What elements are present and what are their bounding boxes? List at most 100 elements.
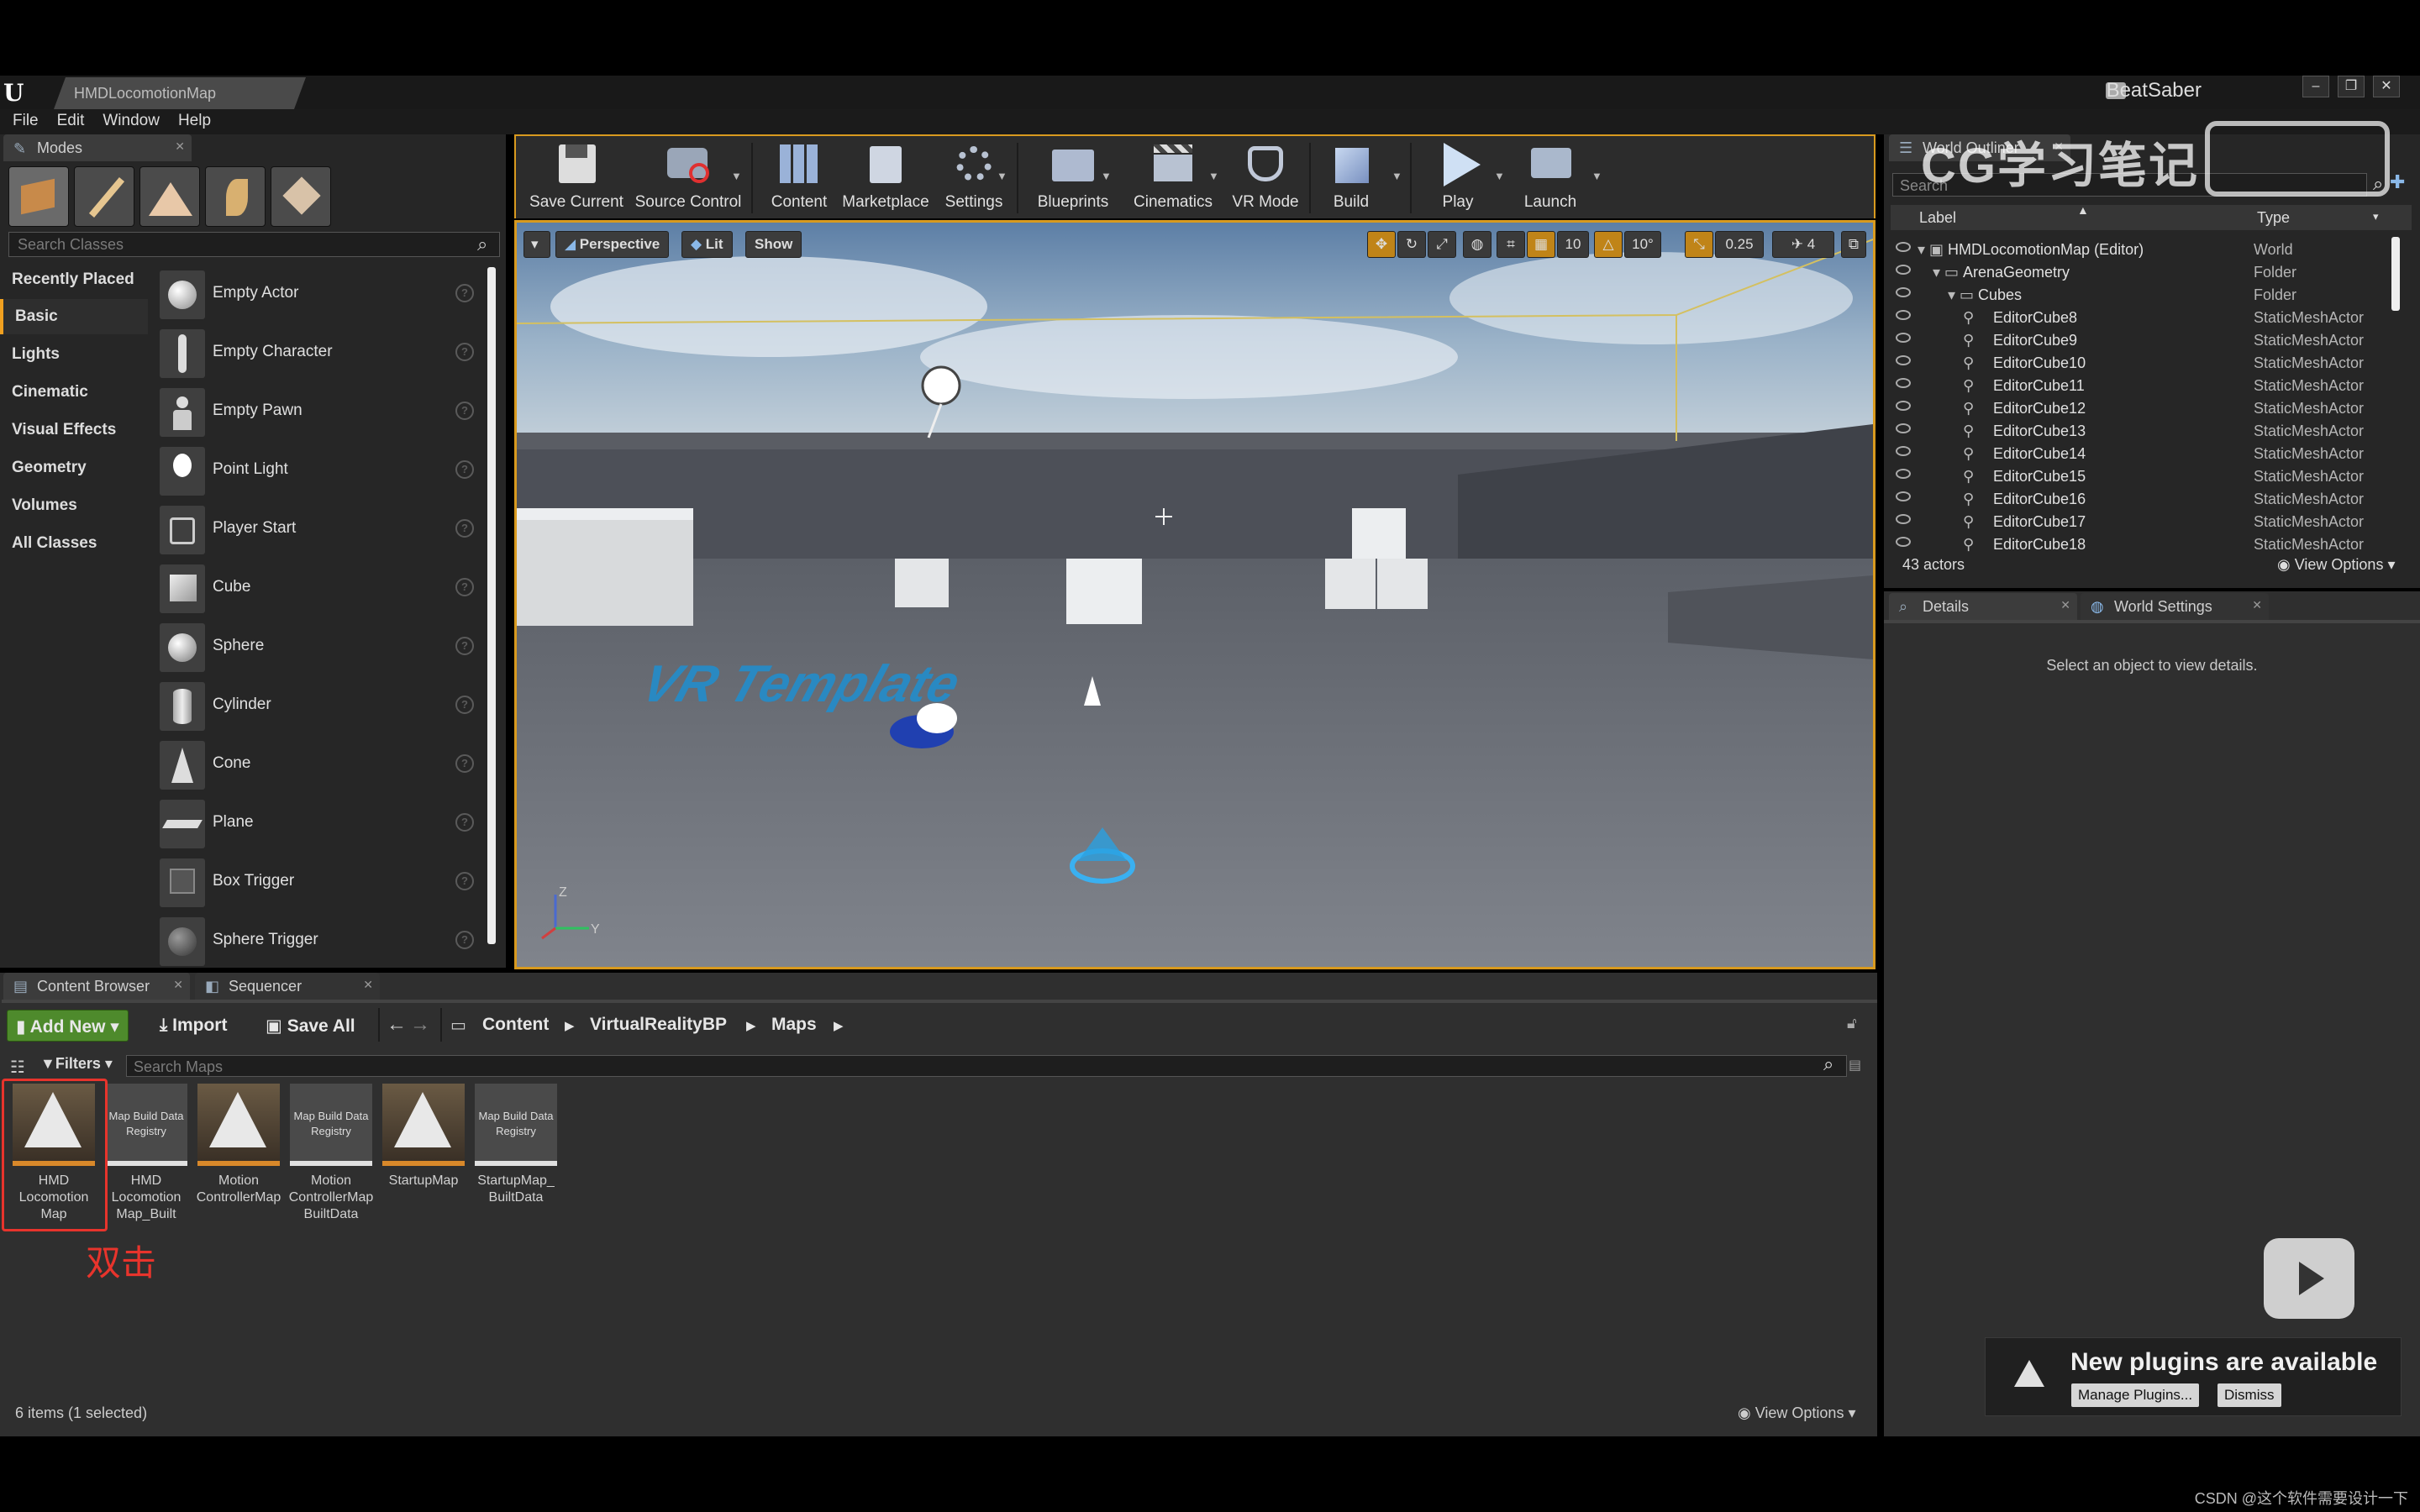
close-button[interactable]: ✕ [2373, 76, 2400, 97]
visibility-eye-icon[interactable] [1896, 378, 1911, 388]
outliner-row[interactable]: ⚲ EditorCube10 StaticMeshActor [1892, 352, 2403, 375]
category-recently-placed[interactable]: Recently Placed [0, 262, 148, 297]
save-current-button[interactable]: Save Current [519, 141, 634, 220]
class-item-player-start[interactable]: Player Start? [151, 501, 486, 559]
show-dropdown[interactable]: Show [745, 231, 802, 258]
content-button[interactable]: Content [753, 141, 845, 220]
rotate-tool-icon[interactable]: ↻ [1397, 231, 1426, 258]
grid-snap-icon[interactable]: ▦ [1527, 231, 1555, 258]
asset-tile[interactable]: Motion ControllerMap [195, 1084, 282, 1206]
maximize-viewport-icon[interactable]: ⧉ [1841, 231, 1866, 258]
paint-mode-button[interactable] [74, 166, 134, 227]
visibility-eye-icon[interactable] [1896, 287, 1911, 297]
class-item-cube[interactable]: Cube? [151, 559, 486, 618]
lock-icon[interactable]: 🔓︎ [1847, 1015, 1857, 1032]
tab-world-settings[interactable]: ◍ World Settings ✕ [2081, 593, 2269, 620]
outliner-scrollbar[interactable] [2391, 237, 2400, 311]
asset-tile[interactable]: Map Build Data Registry Motion Controller… [287, 1084, 375, 1223]
class-list-scrollbar[interactable] [487, 267, 496, 944]
chevron-down-icon[interactable]: ▼ [1101, 170, 1112, 182]
play-button[interactable]: Play [1412, 141, 1504, 220]
launch-button[interactable]: Launch [1504, 141, 1597, 220]
level-viewport[interactable]: VR Template Z Y ▾ ◢ Perspective ◆ Lit Sh… [514, 220, 1876, 969]
geometry-mode-button[interactable] [271, 166, 331, 227]
pin-icon[interactable]: ✚ [2390, 171, 2405, 193]
class-item-cone[interactable]: Cone? [151, 736, 486, 795]
view-options-button[interactable]: ◉ View Options ▾ [2277, 556, 2396, 574]
menu-file[interactable]: File [3, 109, 48, 133]
outliner-row[interactable]: ⚲ EditorCube11 StaticMeshActor [1892, 375, 2403, 397]
visibility-eye-icon[interactable] [1896, 446, 1911, 456]
visibility-eye-icon[interactable] [1896, 401, 1911, 411]
class-item-cylinder[interactable]: Cylinder? [151, 677, 486, 736]
chevron-down-icon[interactable]: ▼ [1208, 170, 1219, 182]
breadcrumb-chevron-icon[interactable]: ▶ [565, 1018, 575, 1033]
visibility-eye-icon[interactable] [1896, 310, 1911, 320]
category-volumes[interactable]: Volumes [0, 488, 148, 523]
sources-toggle-icon[interactable]: ☷ [10, 1057, 25, 1078]
outliner-row[interactable]: ⚲ EditorCube9 StaticMeshActor [1892, 329, 2403, 352]
help-icon[interactable]: ? [455, 460, 474, 479]
help-icon[interactable]: ? [455, 754, 474, 773]
search-classes-input[interactable]: Search Classes [8, 232, 500, 257]
close-icon[interactable]: ✕ [175, 139, 185, 154]
asset-tile[interactable]: Map Build Data Registry HMD Locomotion Ma… [103, 1084, 190, 1223]
landscape-mode-button[interactable] [139, 166, 200, 227]
build-button[interactable]: Build [1309, 141, 1393, 220]
visibility-eye-icon[interactable] [1896, 355, 1911, 365]
column-type[interactable]: Type [2257, 209, 2290, 227]
breadcrumb-chevron-icon[interactable]: ▶ [834, 1018, 844, 1033]
translate-tool-icon[interactable]: ✥ [1367, 231, 1396, 258]
visibility-eye-icon[interactable] [1896, 265, 1911, 275]
help-icon[interactable]: ? [455, 696, 474, 714]
category-geometry[interactable]: Geometry [0, 450, 148, 486]
scale-snap-icon[interactable]: ⤡ [1685, 231, 1713, 258]
chevron-down-icon[interactable]: ▼ [1392, 170, 1402, 182]
breadcrumb-maps[interactable]: Maps [771, 1015, 817, 1035]
asset-tile[interactable]: StartupMap [380, 1084, 467, 1189]
outliner-row[interactable]: ⚲ EditorCube13 StaticMeshActor [1892, 420, 2403, 443]
category-visual-effects[interactable]: Visual Effects [0, 412, 148, 448]
chevron-down-icon[interactable]: ▼ [731, 170, 742, 182]
outliner-row[interactable]: ⚲ EditorCube8 StaticMeshActor [1892, 307, 2403, 329]
chevron-down-icon[interactable]: ▾ [2373, 210, 2379, 223]
outliner-row[interactable]: ⚲ EditorCube14 StaticMeshActor [1892, 443, 2403, 465]
category-lights[interactable]: Lights [0, 337, 148, 372]
class-item-box-trigger[interactable]: Box Trigger? [151, 853, 486, 912]
visibility-eye-icon[interactable] [1896, 469, 1911, 479]
class-item-empty-pawn[interactable]: Empty Pawn? [151, 383, 486, 442]
close-icon[interactable]: ✕ [2252, 598, 2262, 612]
menu-edit[interactable]: Edit [48, 109, 94, 133]
help-icon[interactable]: ? [455, 872, 474, 890]
category-cinematic[interactable]: Cinematic [0, 375, 148, 410]
class-item-plane[interactable]: Plane? [151, 795, 486, 853]
minimize-button[interactable]: – [2302, 76, 2329, 97]
outliner-row[interactable]: ⚲ EditorCube17 StaticMeshActor [1892, 511, 2403, 533]
menu-help[interactable]: Help [169, 109, 220, 133]
grid-snap-value[interactable]: 10 [1557, 231, 1589, 258]
visibility-eye-icon[interactable] [1896, 514, 1911, 524]
world-local-icon[interactable]: ◍ [1463, 231, 1491, 258]
help-icon[interactable]: ? [455, 578, 474, 596]
rotation-snap-value[interactable]: 10° [1624, 231, 1661, 258]
rotation-snap-icon[interactable]: △ [1594, 231, 1623, 258]
lit-dropdown[interactable]: ◆ Lit [681, 231, 733, 258]
foliage-mode-button[interactable] [205, 166, 266, 227]
tab-details[interactable]: ⌕ Details ✕ [1889, 593, 2077, 620]
place-mode-button[interactable] [8, 166, 69, 227]
visibility-eye-icon[interactable] [1896, 333, 1911, 343]
category-basic[interactable]: Basic [0, 299, 148, 334]
help-icon[interactable]: ? [455, 637, 474, 655]
asset-tile[interactable]: Map Build Data Registry StartupMap_ Built… [472, 1084, 560, 1206]
scale-tool-icon[interactable]: ⤢ [1428, 231, 1456, 258]
chevron-down-icon[interactable]: ▼ [1494, 170, 1505, 182]
class-item-point-light[interactable]: Point Light? [151, 442, 486, 501]
class-item-empty-actor[interactable]: Empty Actor? [151, 265, 486, 324]
add-new-button[interactable]: ▮ Add New ▾ [7, 1010, 129, 1042]
import-button[interactable]: ⤓ Import [151, 1010, 235, 1042]
help-icon[interactable]: ? [455, 931, 474, 949]
camera-speed[interactable]: ✈ 4 [1772, 231, 1834, 258]
help-icon[interactable]: ? [455, 519, 474, 538]
chevron-down-icon[interactable]: ▼ [1591, 170, 1602, 182]
save-all-button[interactable]: ▣ Save All [257, 1010, 364, 1042]
